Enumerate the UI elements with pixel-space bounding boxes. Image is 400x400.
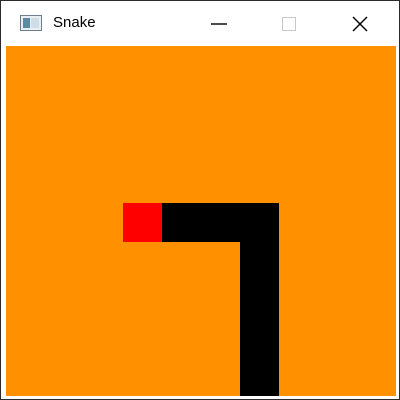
title-bar[interactable]: Snake (1, 1, 399, 46)
snake-body-segment (240, 242, 279, 281)
snake-window: Snake (0, 0, 400, 400)
snake-head (123, 203, 162, 242)
snake-body-segment (240, 320, 279, 359)
snake-body-segment (162, 203, 201, 242)
maximize-button[interactable] (266, 1, 312, 46)
minimize-icon (211, 22, 227, 25)
snake-body-segment (240, 203, 279, 242)
snake-body-segment (240, 281, 279, 320)
close-button[interactable] (337, 1, 383, 46)
snake-body-segment (240, 359, 279, 396)
window-title: Snake (53, 14, 96, 31)
game-canvas[interactable] (6, 46, 396, 396)
snake-body-segment (201, 203, 240, 242)
maximize-icon (282, 16, 296, 31)
close-icon (352, 16, 368, 31)
window-app-icon (20, 15, 42, 31)
game-board[interactable] (6, 46, 396, 396)
minimize-button[interactable] (196, 1, 242, 46)
